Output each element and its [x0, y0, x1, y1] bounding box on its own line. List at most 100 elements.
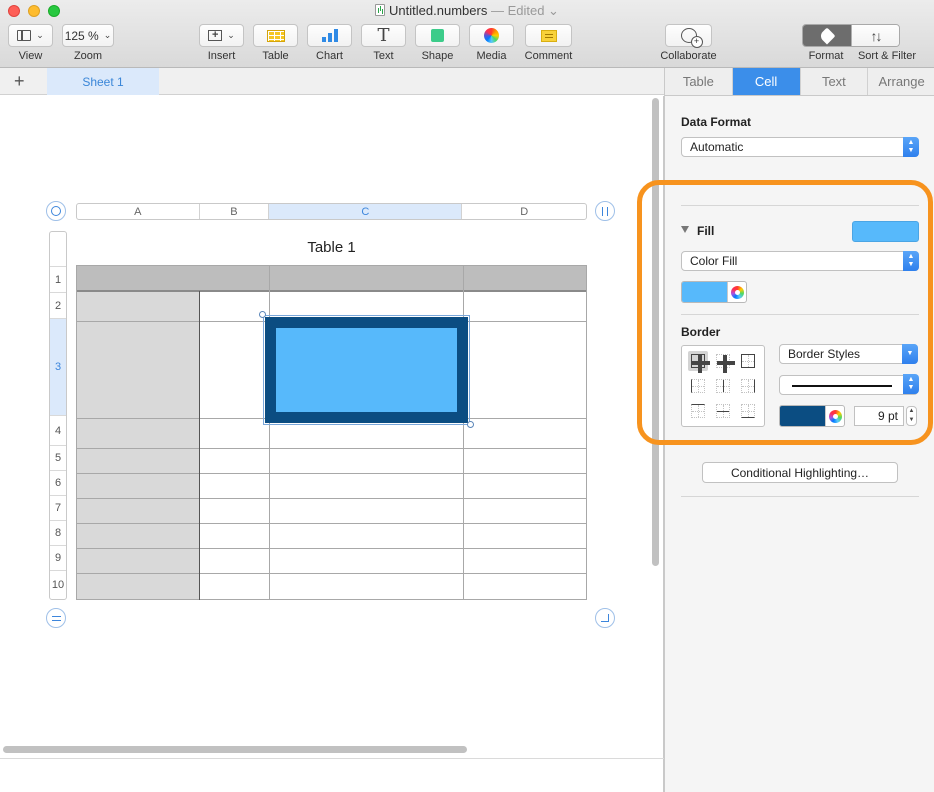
selection-handle-bottom-right[interactable] [467, 421, 474, 428]
format-button[interactable] [803, 25, 851, 46]
grid-line [76, 265, 77, 600]
selected-cell-c3[interactable] [263, 315, 470, 425]
chevron-down-icon: ⌄ [544, 3, 559, 18]
table-title[interactable]: Table 1 [76, 239, 587, 256]
zoom-popup[interactable]: 125 % ⌄ [62, 24, 114, 47]
header-column-separator [199, 291, 200, 600]
grid-line [76, 498, 587, 499]
grid-line [76, 548, 587, 549]
grid-line [76, 448, 587, 449]
view-label: View [18, 50, 43, 62]
shape-label: Shape [421, 50, 454, 62]
insert-button[interactable]: + ⌄ [199, 24, 244, 47]
table-select-handle[interactable] [46, 201, 66, 221]
header-row-separator [76, 290, 587, 292]
media-label: Media [476, 50, 507, 62]
numbers-document-icon [375, 4, 386, 16]
resize-table-handle[interactable] [595, 608, 615, 628]
tab-arrange[interactable]: Arrange [868, 68, 934, 95]
row-header-spacer [50, 232, 66, 266]
tab-sheet-1[interactable]: Sheet 1 [47, 68, 159, 95]
corner-handle-icon [601, 614, 609, 622]
chevron-down-icon: ⌄ [227, 30, 235, 40]
sheet-canvas[interactable]: A B C D 1 2 3 4 5 6 7 8 9 10 Table 1 [0, 96, 664, 792]
row-header-bar: 1 2 3 4 5 6 7 8 9 10 [49, 231, 67, 600]
column-header-d[interactable]: D [462, 204, 586, 219]
document-title: Untitled.numbers [389, 3, 488, 18]
zoom-label: Zoom [73, 50, 103, 62]
row-header-2[interactable]: 2 [50, 292, 66, 318]
add-row-handle[interactable] [46, 608, 66, 628]
add-column-handle[interactable] [595, 201, 615, 221]
tab-text[interactable]: Text [801, 68, 869, 95]
text-button[interactable]: T [361, 24, 406, 47]
text-icon: T [377, 24, 390, 46]
grid-line [586, 265, 587, 600]
shape-icon [431, 29, 444, 42]
table-icon [266, 29, 285, 42]
column-header-c[interactable]: C [269, 204, 463, 219]
row-header-6[interactable]: 6 [50, 470, 66, 495]
data-format-popup[interactable]: Automatic ▲ ▼ [681, 137, 919, 157]
media-button[interactable] [469, 24, 514, 47]
comment-button[interactable] [525, 24, 572, 47]
media-icon [484, 28, 499, 43]
row-header-1[interactable]: 1 [50, 266, 66, 292]
data-format-value: Automatic [690, 140, 744, 154]
column-handle-icon [602, 206, 608, 216]
header-column-fill [76, 291, 199, 600]
add-sheet-button[interactable]: + [14, 70, 25, 92]
table-button[interactable] [253, 24, 298, 47]
zoom-value: 125 % [64, 28, 99, 43]
tab-table[interactable]: Table [665, 68, 733, 95]
column-header-a[interactable]: A [77, 204, 200, 219]
document-edited-status: — Edited [490, 3, 545, 18]
collaborate-icon [680, 28, 703, 48]
row-header-9[interactable]: 9 [50, 545, 66, 570]
tab-cell[interactable]: Cell [732, 68, 801, 95]
row-header-3[interactable]: 3 [50, 318, 66, 415]
comment-label: Comment [524, 50, 573, 62]
sort-filter-button[interactable]: ↑↓ [851, 25, 899, 46]
row-header-7[interactable]: 7 [50, 495, 66, 520]
paintbrush-icon [818, 27, 836, 44]
grid-line [76, 473, 587, 474]
row-header-4[interactable]: 4 [50, 415, 66, 445]
column-header-bar: A B C D [76, 203, 587, 220]
row-header-10[interactable]: 10 [50, 570, 66, 599]
grid-line [76, 599, 587, 600]
view-button[interactable]: ⌄ [8, 24, 53, 47]
grid-line [76, 573, 587, 574]
numbers-window: Untitled.numbers — Edited ⌄ ⌄ View 125 %… [0, 0, 934, 792]
horizontal-scrollbar[interactable] [3, 746, 467, 753]
popup-arrows-icon: ▲ ▼ [903, 137, 919, 157]
conditional-highlighting-button[interactable]: Conditional Highlighting… [702, 462, 898, 483]
cell-fill-with-border [265, 317, 468, 423]
shape-button[interactable] [415, 24, 460, 47]
insert-label: Insert [207, 50, 236, 62]
row-header-5[interactable]: 5 [50, 445, 66, 470]
chevron-down-icon: ⌄ [103, 30, 112, 40]
collaborate-button[interactable] [665, 24, 712, 48]
callout-highlight-ring [637, 180, 933, 445]
comment-icon [540, 29, 557, 42]
sort-filter-label: Sort & Filter [857, 50, 917, 62]
grid-line [76, 265, 587, 266]
chart-button[interactable] [307, 24, 352, 47]
row-handle-icon [51, 615, 61, 621]
sort-arrows-icon: ↑↓ [870, 27, 883, 44]
header-row-fill [76, 265, 587, 291]
insert-icon: + [208, 30, 223, 41]
column-header-b[interactable]: B [200, 204, 270, 219]
chart-label: Chart [316, 50, 343, 62]
inspector-tab-bar: Table Cell Text Arrange [665, 68, 934, 96]
document-title-bar[interactable]: Untitled.numbers — Edited ⌄ [0, 3, 934, 19]
sheet-tab-bar: + Sheet 1 [0, 68, 664, 95]
chart-icon [321, 29, 338, 42]
circle-icon [51, 206, 61, 216]
data-format-label: Data Format [681, 115, 752, 129]
selection-handle-top-left[interactable] [259, 311, 266, 318]
row-header-8[interactable]: 8 [50, 520, 66, 545]
chevron-down-icon: ⌄ [36, 30, 44, 40]
format-label: Format [808, 50, 844, 62]
